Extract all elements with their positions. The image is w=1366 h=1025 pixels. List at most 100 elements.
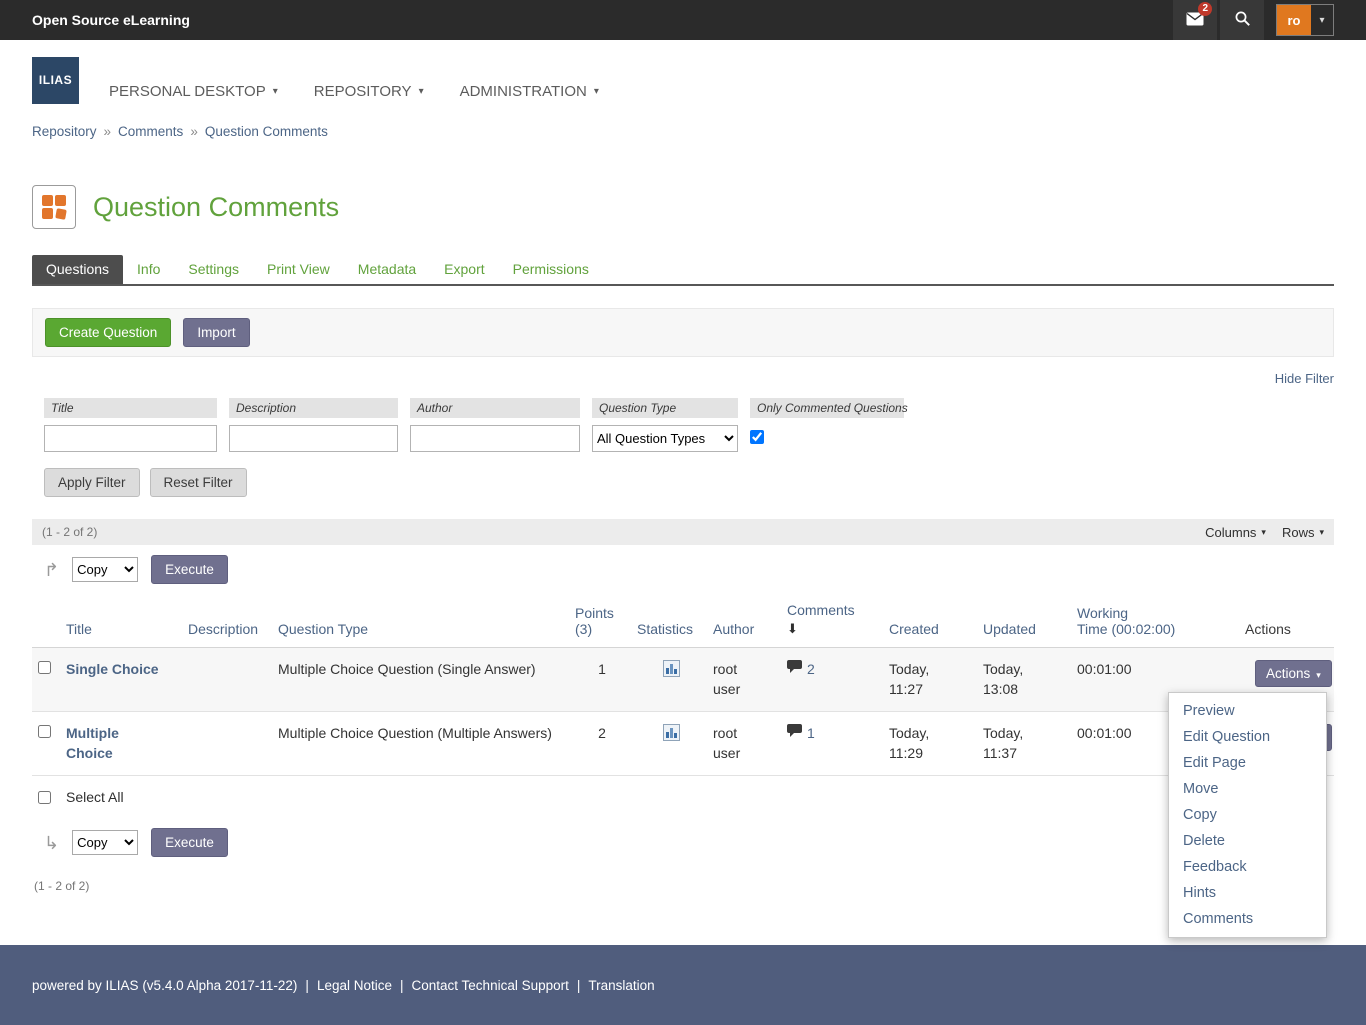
footer: powered by ILIAS (v5.4.0 Alpha 2017-11-2… [0,945,1366,1025]
table-row: Multiple Choice Multiple Choice Question… [32,712,1334,776]
filter-label-only-commented: Only Commented Questions [750,398,904,418]
result-range: (1 - 2 of 2) [42,525,97,539]
breadcrumb-separator: » [104,124,112,139]
row-checkbox[interactable] [38,661,51,674]
masthead: ILIAS PERSONAL DESKTOP▾ REPOSITORY▾ ADMI… [0,40,1366,120]
avatar[interactable]: ro [1277,5,1311,35]
chevron-down-icon: ▾ [1261,527,1266,538]
header-title: Title [66,594,188,648]
row-checkbox[interactable] [38,725,51,738]
app-title: Open Source eLearning [32,12,190,28]
main-content: Question Comments Questions Info Setting… [0,149,1366,945]
filter-fields: Title Description Author Question Type A… [32,398,1334,452]
header-working-time: Working Time (00:02:00) [1077,594,1245,648]
nav-personal-desktop[interactable]: PERSONAL DESKTOP▾ [109,83,278,100]
comment-bubble-icon [787,660,802,680]
header-checkbox-col [32,594,66,648]
footer-separator: | [305,978,309,993]
tab-metadata[interactable]: Metadata [344,255,430,284]
nav-administration[interactable]: ADMINISTRATION▾ [460,83,599,100]
bulk-action-select-bottom[interactable]: Copy [72,830,138,855]
question-type-cell: Multiple Choice Question (Multiple Answe… [278,712,575,776]
apply-filter-button[interactable]: Apply Filter [44,468,140,497]
tab-permissions[interactable]: Permissions [499,255,603,284]
tab-info[interactable]: Info [123,255,174,284]
tab-print-view[interactable]: Print View [253,255,344,284]
actions-dropdown-menu: Preview Edit Question Edit Page Move Cop… [1168,692,1327,938]
question-type-cell: Multiple Choice Question (Single Answer) [278,648,575,712]
execute-button-bottom[interactable]: Execute [151,828,228,857]
filter-label-title: Title [44,398,217,418]
powered-by-link[interactable]: powered by ILIAS (v5.4.0 Alpha 2017-11-2… [32,978,297,993]
updated-cell: Today, 13:08 [983,660,1037,699]
header-statistics: Statistics [637,594,713,648]
filter-field-title: Title [44,398,217,452]
menu-item-comments[interactable]: Comments [1169,906,1326,932]
breadcrumb-comments[interactable]: Comments [118,124,183,139]
chevron-down-icon: ▾ [1319,15,1324,26]
question-title-link[interactable]: Multiple Choice [66,724,160,763]
only-commented-checkbox[interactable] [750,430,764,444]
search-button[interactable] [1220,0,1264,40]
question-type-select[interactable]: All Question Types [592,425,738,452]
menu-item-edit-question[interactable]: Edit Question [1169,724,1326,750]
tab-bar: Questions Info Settings Print View Metad… [32,255,1334,286]
menu-item-edit-page[interactable]: Edit Page [1169,750,1326,776]
table-view-options: Columns▾ Rows▾ [1205,525,1324,540]
tab-questions[interactable]: Questions [32,255,123,284]
ilias-logo[interactable]: ILIAS [32,57,79,104]
translation-link[interactable]: Translation [588,978,654,993]
import-button[interactable]: Import [183,318,249,347]
breadcrumb: Repository»Comments»Question Comments [0,120,1366,149]
select-all-checkbox[interactable] [38,791,51,804]
sort-descending-icon: ⬇ [787,621,881,637]
tab-settings[interactable]: Settings [174,255,253,284]
contact-support-link[interactable]: Contact Technical Support [412,978,569,993]
execute-button-top[interactable]: Execute [151,555,228,584]
nav-repository[interactable]: REPOSITORY▾ [314,83,424,100]
main-nav: PERSONAL DESKTOP▾ REPOSITORY▾ ADMINISTRA… [109,83,599,100]
statistics-icon[interactable] [663,660,680,683]
menu-item-delete[interactable]: Delete [1169,828,1326,854]
filter-label-description: Description [229,398,398,418]
filter-author-input[interactable] [410,425,580,452]
author-cell: root user [713,724,759,763]
breadcrumb-question-comments[interactable]: Question Comments [205,124,328,139]
top-bar: Open Source eLearning 2 ro ▾ [0,0,1366,40]
breadcrumb-repository[interactable]: Repository [32,124,97,139]
bulk-action-select-top[interactable]: Copy [72,557,138,582]
create-question-button[interactable]: Create Question [45,318,171,347]
menu-item-copy[interactable]: Copy [1169,802,1326,828]
created-cell: Today, 11:29 [889,724,943,763]
statistics-icon[interactable] [663,724,680,747]
header-created: Created [889,594,983,648]
header-description: Description [188,594,278,648]
comment-count-link[interactable]: 1 [807,724,815,744]
columns-menu-button[interactable]: Columns▾ [1205,525,1266,540]
menu-item-feedback[interactable]: Feedback [1169,854,1326,880]
user-menu-caret-button[interactable]: ▾ [1311,5,1333,35]
question-title-link[interactable]: Single Choice [66,660,159,680]
row-actions-button[interactable]: Actions▾ [1255,660,1332,687]
tab-export[interactable]: Export [430,255,498,284]
select-all-label: Select All [66,789,124,805]
comment-count-link[interactable]: 2 [807,660,815,680]
rows-menu-button[interactable]: Rows▾ [1282,525,1324,540]
chevron-down-icon: ▾ [1319,527,1324,538]
filter-toggle-row: Hide Filter [32,371,1334,386]
hide-filter-link[interactable]: Hide Filter [1275,371,1334,386]
reset-filter-button[interactable]: Reset Filter [150,468,247,497]
points-cell: 2 [575,712,637,776]
bulk-actions-top: ↱ Copy Execute [32,545,1334,594]
footer-separator: | [400,978,404,993]
filter-title-input[interactable] [44,425,217,452]
legal-notice-link[interactable]: Legal Notice [317,978,392,993]
menu-item-move[interactable]: Move [1169,776,1326,802]
description-cell [188,648,278,712]
menu-item-preview[interactable]: Preview [1169,698,1326,724]
filter-description-input[interactable] [229,425,398,452]
mail-button[interactable]: 2 [1173,0,1217,40]
page-title: Question Comments [93,192,339,223]
header-question-type: Question Type [278,594,575,648]
menu-item-hints[interactable]: Hints [1169,880,1326,906]
